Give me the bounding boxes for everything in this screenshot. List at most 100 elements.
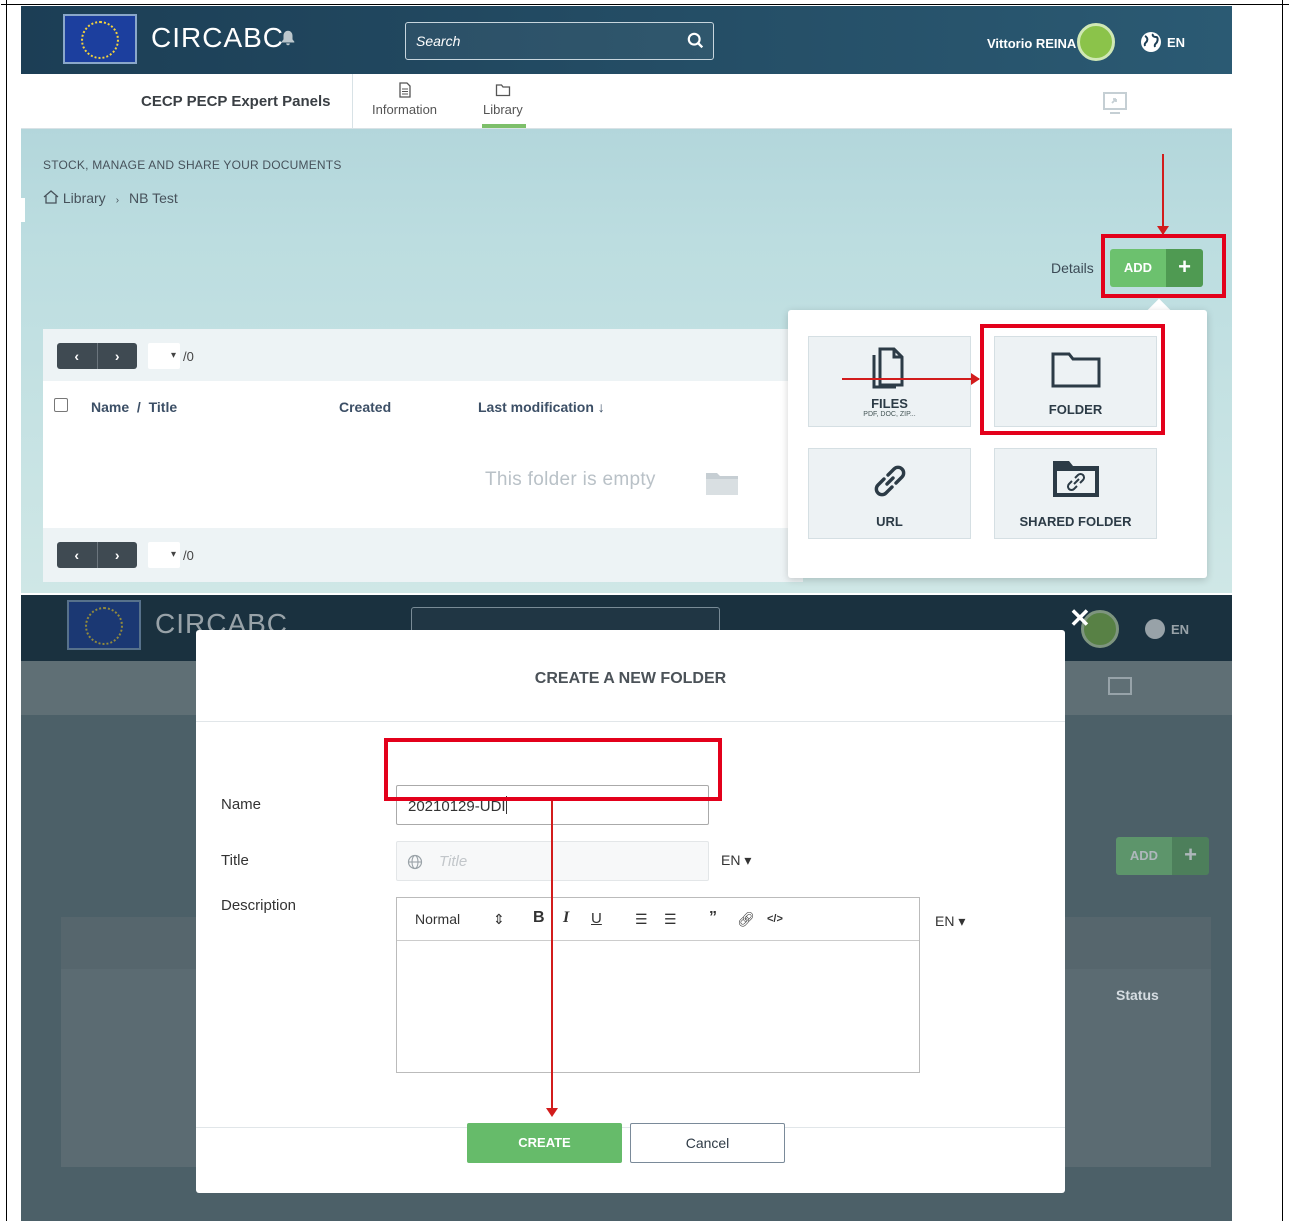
annotation-arrow-create [551, 801, 553, 1112]
avatar[interactable] [1077, 23, 1115, 61]
tab-information[interactable]: Information [372, 82, 437, 117]
home-icon[interactable] [43, 190, 59, 204]
frame-right-rule [1282, 0, 1283, 1221]
ordered-list-icon[interactable]: ☰ [635, 911, 648, 928]
select-all-checkbox[interactable] [54, 398, 68, 412]
page-total-top: /0 [183, 349, 194, 364]
pager-bottom[interactable]: ‹ › [57, 542, 137, 568]
library-tagline: STOCK, MANAGE AND SHARE YOUR DOCUMENTS [43, 158, 342, 172]
add-shared-folder-tile[interactable]: SHARED FOLDER [994, 448, 1157, 539]
brand-title[interactable]: CIRCABC [151, 22, 284, 54]
create-button[interactable]: CREATE [467, 1123, 622, 1163]
breadcrumb-separator: › [115, 195, 120, 206]
list-toolbar-bottom: ‹ › ▾ /0 [43, 528, 803, 582]
tab-library[interactable]: Library [483, 82, 523, 117]
italic-icon[interactable]: I [563, 909, 569, 927]
details-link[interactable]: Details [1051, 260, 1094, 276]
breadcrumb: Library › NB Test [43, 190, 178, 206]
add-shared-folder-label: SHARED FOLDER [1019, 514, 1132, 529]
create-folder-dialog: CREATE A NEW FOLDER Name 20210129-UDI Ti… [196, 630, 1065, 1193]
active-tab-indicator [482, 124, 526, 128]
prev-page-icon[interactable]: ‹ [57, 343, 98, 369]
title-label: Title [221, 852, 249, 869]
empty-folder-icon [706, 473, 738, 495]
breadcrumb-library[interactable]: Library [63, 190, 106, 206]
caret-down-icon: ▾ [744, 852, 752, 868]
empty-state-text: This folder is empty [485, 469, 656, 490]
breadcrumb-current[interactable]: NB Test [129, 190, 178, 206]
name-label: Name [221, 796, 262, 813]
cancel-button[interactable]: Cancel [630, 1123, 785, 1163]
annotation-arrow-folder [842, 378, 979, 380]
dialog-header: CREATE A NEW FOLDER [196, 630, 1065, 722]
frame-left-rule [6, 0, 7, 1221]
add-files-tile[interactable]: FILES PDF, DOC, ZIP... [808, 336, 971, 427]
globe-icon [407, 854, 423, 870]
select-arrows-icon[interactable]: ⇕ [493, 911, 505, 928]
language-selector: EN [1171, 622, 1190, 637]
tab-information-label: Information [372, 102, 438, 117]
description-language-select[interactable]: EN ▾ [935, 913, 965, 930]
bullet-list-icon[interactable]: ☰ [664, 911, 677, 928]
eu-flag-logo[interactable] [63, 14, 137, 64]
globe-icon [1145, 619, 1165, 639]
editor-toolbar: Normal ⇕ B I U ☰ ☰ ” 🔗︎ </> [397, 898, 919, 941]
code-icon[interactable]: </> [767, 913, 783, 925]
folder-icon [495, 84, 511, 97]
column-status: Status [1116, 987, 1159, 1003]
tab-library-label: Library [483, 102, 523, 117]
list-toolbar-top: ‹ › ▾ /0 [43, 329, 803, 381]
add-url-label: URL [876, 514, 903, 529]
page-total-bottom: /0 [183, 548, 194, 563]
annotation-arrow-add [1162, 154, 1164, 234]
files-icon [872, 347, 903, 389]
annotation-arrowhead-create [546, 1108, 558, 1117]
close-icon[interactable]: ✕ [1069, 603, 1091, 634]
next-page-icon[interactable]: › [98, 542, 138, 568]
library-screen: CIRCABC Search Vittorio REINA EN CECP PE… [21, 6, 1232, 593]
user-name[interactable]: Vittorio REINA [987, 36, 1076, 51]
eu-flag-logo [67, 600, 141, 650]
next-page-icon[interactable]: › [98, 343, 138, 369]
title-language-select[interactable]: EN ▾ [721, 852, 751, 869]
prev-page-icon[interactable]: ‹ [57, 542, 98, 568]
frame-top-border [1, 0, 1289, 5]
description-label: Description [221, 897, 297, 914]
underline-icon[interactable]: U [591, 910, 602, 927]
column-created[interactable]: Created [339, 399, 391, 415]
add-button-label: ADD [1116, 837, 1172, 875]
add-files-label: FILES [871, 396, 908, 411]
link-icon[interactable]: 🔗︎ [737, 911, 755, 928]
description-editor[interactable]: Normal ⇕ B I U ☰ ☰ ” 🔗︎ </> [396, 897, 920, 1073]
language-selector[interactable]: EN [1167, 35, 1185, 50]
blockquote-icon[interactable]: ” [709, 909, 717, 927]
bell-icon[interactable] [279, 29, 297, 47]
annotation-arrowhead-folder [971, 373, 980, 385]
add-url-tile[interactable]: URL [808, 448, 971, 539]
group-subnav: CECP PECP Expert Panels Information Libr… [21, 74, 1232, 129]
pager-top[interactable]: ‹ › [57, 343, 137, 369]
search-icon[interactable] [687, 32, 705, 50]
caret-down-icon: ▾ [958, 913, 966, 929]
column-last-modification[interactable]: Last modification ↓ [478, 399, 605, 415]
annotation-arrowhead-add [1157, 226, 1169, 235]
title-placeholder: Title [439, 853, 468, 870]
page-select-top[interactable]: ▾ [148, 343, 180, 369]
group-name[interactable]: CECP PECP Expert Panels [141, 93, 331, 110]
paragraph-style-select[interactable]: Normal [415, 911, 460, 927]
side-toggle[interactable] [21, 198, 25, 222]
search-input[interactable]: Search [405, 22, 714, 60]
shared-folder-icon [1052, 461, 1099, 497]
link-icon [874, 465, 905, 497]
bold-icon[interactable]: B [533, 909, 545, 927]
sort-arrow-icon: ↓ [597, 399, 605, 415]
add-files-sub: PDF, DOC, ZIP... [863, 411, 916, 418]
search-placeholder: Search [416, 33, 461, 49]
share-screen-icon[interactable] [1102, 91, 1128, 115]
top-header: CIRCABC Search Vittorio REINA EN [21, 6, 1232, 74]
globe-icon[interactable] [1139, 30, 1163, 54]
column-name[interactable]: Name / Title [91, 399, 177, 415]
page-select-bottom[interactable]: ▾ [148, 542, 180, 568]
share-screen-icon [1108, 677, 1132, 695]
annotation-box-folder [980, 324, 1165, 435]
